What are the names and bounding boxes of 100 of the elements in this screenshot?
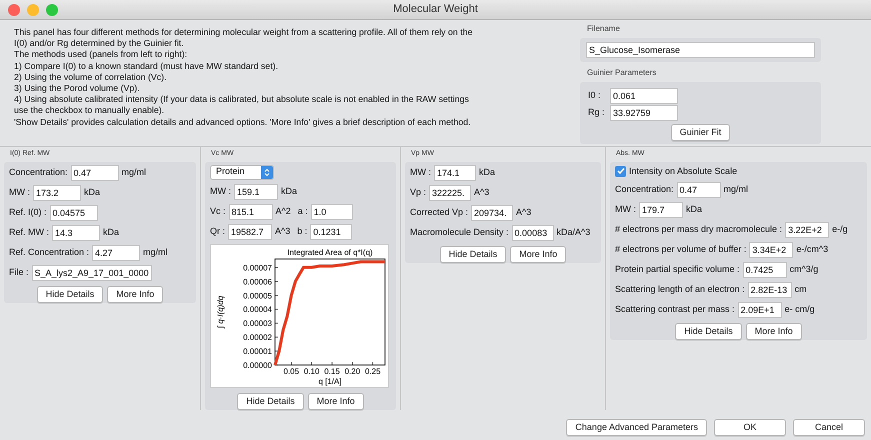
chart-title: Integrated Area of q*I(q) [287,248,373,256]
y-axis-label: ∫ q·I(q)dq [216,295,225,328]
y-tick-label: 0.00006 [243,276,272,286]
field-label: Rg : [588,106,606,120]
field-label: Macromolecule Density : [410,226,509,239]
unit-label: cm^3/g [790,263,818,276]
push-button[interactable]: Hide Details [36,286,104,302]
field-label: Ref. Concentration : [9,246,90,259]
field-label: Vc : [210,204,226,218]
push-button[interactable]: Hide Details [675,323,742,340]
field-label: MW : [210,184,231,198]
field-label: # electrons per mass dry macromolecule : [615,223,782,236]
input-field[interactable]: 322225. [429,184,472,200]
input-field[interactable]: 0.00083 [512,224,554,240]
push-button[interactable]: Change Advanced Parameters [566,418,707,436]
y-tick-label: 0.00003 [243,318,272,328]
field-label: Concentration: [615,183,674,196]
window-title: Molecular Weight [393,2,478,18]
field-label: a : [298,204,308,218]
y-tick-label: 0.00005 [243,290,272,300]
field-label: Qr : [210,224,225,238]
input-field[interactable]: S_Glucose_Isomerase [586,42,815,58]
input-field[interactable]: 0.061 [610,88,678,104]
unit-label: A^3 [516,206,532,219]
unit-label: kDa [281,184,298,198]
input-field[interactable]: 19582.7 [228,224,272,240]
push-button[interactable]: More Info [308,392,364,410]
field-label: # electrons per volume of buffer : [615,243,746,256]
unit-label: kDa [84,186,100,199]
x-tick-label: 0.15 [324,366,340,376]
input-field[interactable]: 0.7425 [742,262,787,278]
input-field[interactable]: 159.1 [234,184,278,200]
field-label: Corrected Vp : [410,206,468,219]
y-tick-label: 0.00002 [243,332,272,342]
x-tick-label: 0.20 [344,366,360,376]
unit-label: A^3 [474,186,490,199]
push-button[interactable]: More Info [746,323,802,340]
y-tick-label: 0.00000 [243,360,272,370]
input-field[interactable]: 2.09E+1 [738,302,782,318]
push-button[interactable]: More Info [107,286,164,302]
unit-label: mg/ml [724,183,748,196]
input-field[interactable]: 14.3 [52,224,100,240]
unit-label: mg/ml [143,246,168,259]
input-field[interactable]: 815.1 [228,204,273,220]
field-label: Concentration: [9,166,68,179]
x-tick-label: 0.25 [365,366,381,376]
y-tick-label: 0.00001 [243,346,272,356]
input-field[interactable]: 2.82E-13 [748,282,792,298]
unit-label: A^2 [276,204,291,218]
unit-label: e-/g [832,223,848,236]
input-field[interactable]: 209734. [471,204,514,220]
field-label: Scattering length of an electron : [615,283,745,296]
push-button[interactable]: Hide Details [237,392,304,410]
input-field[interactable]: S_A_lys2_A9_17_001_0000 [32,264,152,280]
field-label: I0 : [588,89,602,102]
field-label: Scattering contrast per mass : [615,303,735,316]
field-label: MW : [615,203,636,216]
input-field[interactable]: 3.34E+2 [749,242,794,258]
unit-label: kDa/A^3 [556,226,590,239]
input-field[interactable]: 33.92759 [610,105,678,121]
input-field[interactable]: 174.1 [434,164,476,180]
input-field[interactable]: 4.27 [92,244,140,260]
y-tick-label: 0.00007 [243,262,272,272]
unit-label: kDa [103,226,120,239]
unit-label: kDa [686,203,702,216]
field-label: Vp : [410,186,426,199]
push-button[interactable]: More Info [510,246,566,262]
dropdown[interactable]: Protein [210,164,274,180]
input-field[interactable]: 179.7 [639,202,683,218]
group-title: Filename [587,23,620,35]
push-button[interactable]: Guinier Fit [670,124,730,141]
unit-label: A^3 [275,224,290,238]
input-field[interactable]: 0.04575 [50,204,98,220]
x-axis-label: q [1/A] [318,376,342,386]
unit-label: mg/ml [122,166,146,179]
field-label: MW : [410,166,431,179]
input-field[interactable]: 3.22E+2 [785,222,830,238]
input-field[interactable]: 0.47 [70,164,119,180]
field-label: File : [9,266,29,279]
x-tick-label: 0.10 [304,366,320,376]
group-title: Guinier Parameters [587,67,656,79]
x-tick-label: 0.05 [284,366,300,376]
unit-label: e- cm/g [784,303,815,316]
field-label: MW : [9,186,30,199]
description-text: This panel has four different methods for determining molecular weight from a scattering profile. All of them rely on the I(0) and/or Rg determined by the Guinier fit. The methods used (panels from left to right): 1) Compare I(0) to a known standard (must have MW standard set). 2) Using the volume of correlation (Vc). 3) Using the Porod volume (Vp). 4) Using absolute calibrated intensity (If your data is calibrated, but absolute scale is not enabled in the RAW settings use the checkbox to manually enable). 'Show Details' provides calculation details and advanced options. 'More Info' gives a brief description of each method. [13,26,474,129]
input-field[interactable]: 0.1231 [310,224,352,240]
checkbox-label: Intensity on Absolute Scale [629,164,738,178]
unit-label: cm [794,283,807,296]
field-label: Ref. I(0) : [9,206,47,219]
input-field[interactable]: 173.2 [33,184,81,200]
field-label: b : [297,224,308,238]
field-label: Protein partial specific volume : [615,263,740,276]
push-button[interactable]: OK [714,418,786,436]
input-field[interactable]: 0.47 [676,182,721,198]
push-button[interactable]: Hide Details [440,246,506,262]
input-field[interactable]: 1.0 [310,204,353,220]
unit-label: e-/cm^3 [796,243,828,256]
push-button[interactable]: Cancel [793,418,865,436]
unit-label: kDa [479,166,496,179]
field-label: Ref. MW : [9,226,49,239]
